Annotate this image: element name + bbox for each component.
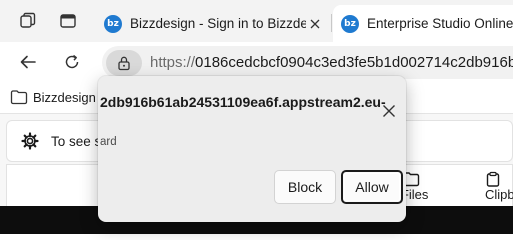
bizzdesign-favicon-icon: bz [104,14,122,33]
tab-strip: bz Bizzdesign - Sign in to Bizzdesign bz… [0,0,513,42]
close-icon[interactable] [380,102,398,120]
popup-description: ard [100,136,117,148]
clipboard-label: Clipb [485,187,513,202]
tab-title: Bizzdesign - Sign in to Bizzdesign [130,16,306,31]
back-arrow-icon[interactable] [16,50,40,74]
refresh-icon[interactable] [60,50,84,74]
tab-separator [331,14,332,32]
tab-bizzdesign-signin[interactable]: bz Bizzdesign - Sign in to Bizzdesign [96,5,330,42]
folder-label: Bizzdesign [33,89,96,105]
clipboard-button[interactable]: Clipb [485,171,513,202]
workspaces-icon[interactable] [17,10,39,32]
address-bar[interactable]: https://0186cedcbcf0904c3ed3fe5b1d002714… [102,46,513,79]
close-tab-icon[interactable] [306,15,324,33]
popup-title: 2db916b61ab24531109ea6f.appstream2.eu- [100,94,386,110]
tab-enterprise-studio[interactable]: bz Enterprise Studio Online [333,5,513,42]
bizzdesign-favicon-icon: bz [341,14,359,33]
lock-icon[interactable] [106,49,142,76]
tab-actions-icon[interactable] [57,10,79,32]
allow-button[interactable]: Allow [341,170,403,204]
block-button[interactable]: Block [274,170,336,204]
clipboard-icon [486,171,500,187]
folder-icon [10,90,28,105]
tab-title: Enterprise Studio Online [367,16,513,31]
permission-popup: 2db916b61ab24531109ea6f.appstream2.eu- a… [98,76,406,222]
url-text: https://0186cedcbcf0904c3ed3fe5b1d002714… [150,54,513,71]
info-bar-text: To see s [51,133,102,149]
favorites-folder[interactable]: Bizzdesign [10,89,96,105]
gear-icon[interactable] [21,132,39,150]
